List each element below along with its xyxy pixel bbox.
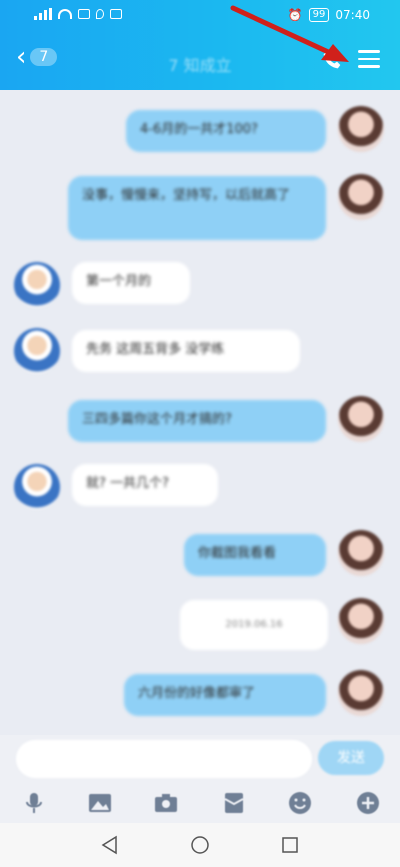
- chat-area: 4-6月的一共才100? 没事，慢慢来，坚持写，以后就高了 第一个月的 先务 这…: [0, 90, 400, 735]
- image-icon[interactable]: [88, 791, 112, 815]
- my-avatar[interactable]: [338, 106, 384, 152]
- wifi-icon: [58, 9, 72, 19]
- message-input[interactable]: [16, 740, 312, 778]
- recents-square-icon[interactable]: [280, 835, 300, 855]
- plus-icon[interactable]: [356, 791, 380, 815]
- emoji-icon[interactable]: [288, 791, 312, 815]
- app-notification-icon: [110, 9, 122, 19]
- image-message[interactable]: 2019.06.16: [180, 600, 328, 650]
- microphone-icon[interactable]: [22, 791, 46, 815]
- message-input-bar: 发送: [0, 735, 400, 783]
- menu-button[interactable]: [358, 50, 380, 70]
- header-bar: ⏰ 99 07:40 ‹ 7 7 知成立: [0, 0, 400, 90]
- contact-avatar[interactable]: [14, 262, 60, 308]
- back-triangle-icon[interactable]: [100, 835, 120, 855]
- location-icon: [96, 9, 104, 19]
- home-circle-icon[interactable]: [190, 835, 210, 855]
- signal-icon: [34, 8, 52, 20]
- system-navigation-bar: [0, 823, 400, 867]
- message-bubble[interactable]: 没事，慢慢来，坚持写，以后就高了: [68, 176, 326, 240]
- message-bubble[interactable]: 4-6月的一共才100?: [126, 110, 326, 152]
- send-button[interactable]: 发送: [318, 741, 384, 775]
- my-avatar[interactable]: [338, 174, 384, 220]
- red-packet-icon[interactable]: [222, 791, 246, 815]
- attachment-toolbar: [0, 783, 400, 823]
- message-bubble[interactable]: 就? 一共几个?: [72, 464, 218, 506]
- message-bubble[interactable]: 六月份的好像都审了: [124, 674, 326, 716]
- annotation-arrow-icon: [230, 5, 349, 62]
- back-button[interactable]: ‹ 7: [16, 42, 58, 72]
- camera-icon[interactable]: [154, 791, 178, 815]
- message-bubble[interactable]: 先务 这周五背多 没学练: [72, 330, 300, 372]
- unread-count-badge: 7: [30, 48, 58, 66]
- my-avatar[interactable]: [338, 670, 384, 716]
- contact-avatar[interactable]: [14, 464, 60, 510]
- contact-avatar[interactable]: [14, 328, 60, 374]
- message-bubble[interactable]: 三四多篇你这个月才搞的?: [68, 400, 326, 442]
- message-bubble[interactable]: 第一个月的: [72, 262, 190, 304]
- chevron-left-icon: ‹: [16, 42, 27, 72]
- my-avatar[interactable]: [338, 396, 384, 442]
- briefcase-icon: [78, 9, 90, 19]
- my-avatar[interactable]: [338, 598, 384, 644]
- message-bubble[interactable]: 你截图我看看: [184, 534, 326, 576]
- my-avatar[interactable]: [338, 530, 384, 576]
